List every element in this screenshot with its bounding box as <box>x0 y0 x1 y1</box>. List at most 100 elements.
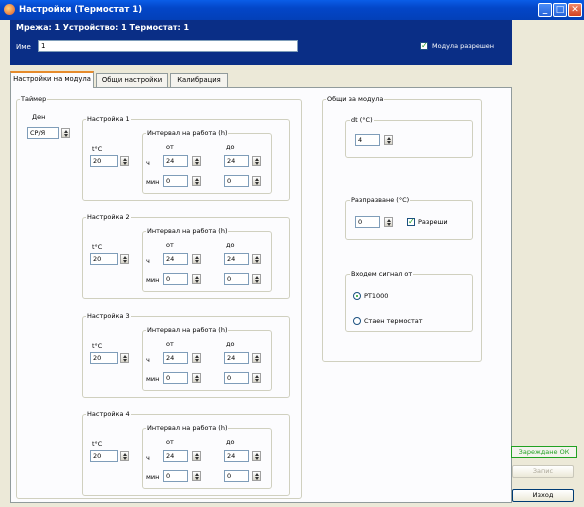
setting-3-hour-label: ч <box>146 356 150 364</box>
setting-3-interval-label: Интервал на работа (h) <box>146 326 229 334</box>
setting-2-from-hour[interactable]: 24 <box>163 253 188 265</box>
setting-2-temp-label: t°C <box>92 243 103 251</box>
setting-4-min-label: мин <box>146 473 160 481</box>
day-select[interactable]: СР/Я <box>27 127 59 139</box>
setting-2-from-label: от <box>166 241 174 249</box>
setting-4-to-label: до <box>226 438 235 446</box>
setting-1-from-min-spinner[interactable] <box>192 176 201 186</box>
setting-2-to-min-spinner[interactable] <box>252 274 261 284</box>
setting-1-interval-label: Интервал на работа (h) <box>146 129 229 137</box>
setting-2-title: Настройка 2 <box>86 213 131 221</box>
minimize-button[interactable]: _ <box>538 3 552 17</box>
allow-label: Разреши <box>418 218 448 226</box>
tab-general-settings[interactable]: Общи настройки <box>96 73 168 87</box>
setting-4-to-min-spinner[interactable] <box>252 471 261 481</box>
setting-3-from-min[interactable]: 0 <box>163 372 188 384</box>
tab-module-settings[interactable]: Настройки на модула <box>10 71 94 88</box>
allow-checkbox[interactable] <box>407 217 415 226</box>
setting-4-temp-spinner[interactable] <box>120 451 129 461</box>
setting-1-temp-input[interactable]: 20 <box>90 155 118 167</box>
setting-1-to-hour-spinner[interactable] <box>252 156 261 166</box>
setting-4-from-hour-spinner[interactable] <box>192 451 201 461</box>
exit-button[interactable]: Изход <box>512 489 574 502</box>
setting-3-to-min-spinner[interactable] <box>252 373 261 383</box>
setting-1-from-hour[interactable]: 24 <box>163 155 188 167</box>
module-enabled-checkbox[interactable] <box>420 41 428 50</box>
room-thermostat-radio[interactable] <box>353 317 361 325</box>
setting-2-to-hour-spinner[interactable] <box>252 254 261 264</box>
setting-3-temp-spinner[interactable] <box>120 353 129 363</box>
maximize-button[interactable]: □ <box>553 3 567 17</box>
module-general-label: Общи за модула <box>326 95 385 103</box>
setting-4-to-hour[interactable]: 24 <box>224 450 249 462</box>
setting-4-to-min[interactable]: 0 <box>224 470 249 482</box>
device-ids: Мрежа: 1 Устройство: 1 Термостат: 1 <box>16 23 190 32</box>
discharge-input[interactable]: 0 <box>355 216 380 228</box>
setting-4-temp-input[interactable]: 20 <box>90 450 118 462</box>
setting-3-from-label: от <box>166 340 174 348</box>
pt1000-label: PT1000 <box>364 292 389 300</box>
discharge-spinner[interactable] <box>384 217 393 227</box>
pt1000-radio[interactable] <box>353 292 361 300</box>
day-spinner-arrows[interactable] <box>61 128 70 138</box>
setting-1-min-label: мин <box>146 178 160 186</box>
setting-3-title: Настройка 3 <box>86 312 131 320</box>
close-button[interactable]: ✕ <box>568 3 582 17</box>
setting-1-to-min-spinner[interactable] <box>252 176 261 186</box>
timer-group-label: Таймер <box>20 95 48 103</box>
setting-4-from-min[interactable]: 0 <box>163 470 188 482</box>
setting-4-temp-label: t°C <box>92 440 103 448</box>
setting-1-temp-label: t°C <box>92 145 103 153</box>
dt-label: dt (°C) <box>350 116 374 124</box>
setting-2-to-min[interactable]: 0 <box>224 273 249 285</box>
setting-2-from-min[interactable]: 0 <box>163 273 188 285</box>
setting-1-from-min[interactable]: 0 <box>163 175 188 187</box>
setting-1-title: Настройка 1 <box>86 115 131 123</box>
discharge-label: Разпрaзване (°C) <box>350 196 411 204</box>
setting-1-temp-spinner[interactable] <box>120 156 129 166</box>
setting-3-to-hour[interactable]: 24 <box>224 352 249 364</box>
setting-1-from-hour-spinner[interactable] <box>192 156 201 166</box>
setting-4-from-label: от <box>166 438 174 446</box>
setting-2-interval-label: Интервал на работа (h) <box>146 227 229 235</box>
setting-2-to-hour[interactable]: 24 <box>224 253 249 265</box>
setting-3-to-min[interactable]: 0 <box>224 372 249 384</box>
setting-4-hour-label: ч <box>146 454 150 462</box>
setting-3-min-label: мин <box>146 375 160 383</box>
day-label: Ден <box>32 113 46 121</box>
setting-2-from-min-spinner[interactable] <box>192 274 201 284</box>
window-title: Настройки (Термостат 1) <box>19 5 143 15</box>
setting-1-to-min[interactable]: 0 <box>224 175 249 187</box>
setting-2-min-label: мин <box>146 276 160 284</box>
name-input[interactable]: 1 <box>38 40 298 52</box>
setting-2-temp-spinner[interactable] <box>120 254 129 264</box>
setting-2-hour-label: ч <box>146 257 150 265</box>
status-badge: Зареждане ОК <box>511 446 577 458</box>
module-enabled-label: Модула разрешен <box>432 42 495 50</box>
app-icon <box>4 4 15 15</box>
setting-1-to-hour[interactable]: 24 <box>224 155 249 167</box>
setting-4-interval-label: Интервал на работа (h) <box>146 424 229 432</box>
dt-input[interactable]: 4 <box>355 134 380 146</box>
setting-4-to-hour-spinner[interactable] <box>252 451 261 461</box>
dt-spinner[interactable] <box>384 135 393 145</box>
setting-1-to-label: до <box>226 143 235 151</box>
setting-2-to-label: до <box>226 241 235 249</box>
setting-3-from-hour[interactable]: 24 <box>163 352 188 364</box>
setting-3-temp-input[interactable]: 20 <box>90 352 118 364</box>
setting-4-from-min-spinner[interactable] <box>192 471 201 481</box>
setting-2-temp-input[interactable]: 20 <box>90 253 118 265</box>
name-label: Име <box>16 43 31 51</box>
setting-1-from-label: от <box>166 143 174 151</box>
setting-3-temp-label: t°C <box>92 342 103 350</box>
setting-3-from-hour-spinner[interactable] <box>192 353 201 363</box>
input-signal-label: Входем сигнал от <box>350 270 414 278</box>
save-button[interactable]: Запис <box>512 465 574 478</box>
setting-4-title: Настройка 4 <box>86 410 131 418</box>
setting-4-from-hour[interactable]: 24 <box>163 450 188 462</box>
setting-2-from-hour-spinner[interactable] <box>192 254 201 264</box>
setting-3-from-min-spinner[interactable] <box>192 373 201 383</box>
tab-calibration[interactable]: Калибрация <box>170 73 228 87</box>
setting-3-to-hour-spinner[interactable] <box>252 353 261 363</box>
setting-3-to-label: до <box>226 340 235 348</box>
